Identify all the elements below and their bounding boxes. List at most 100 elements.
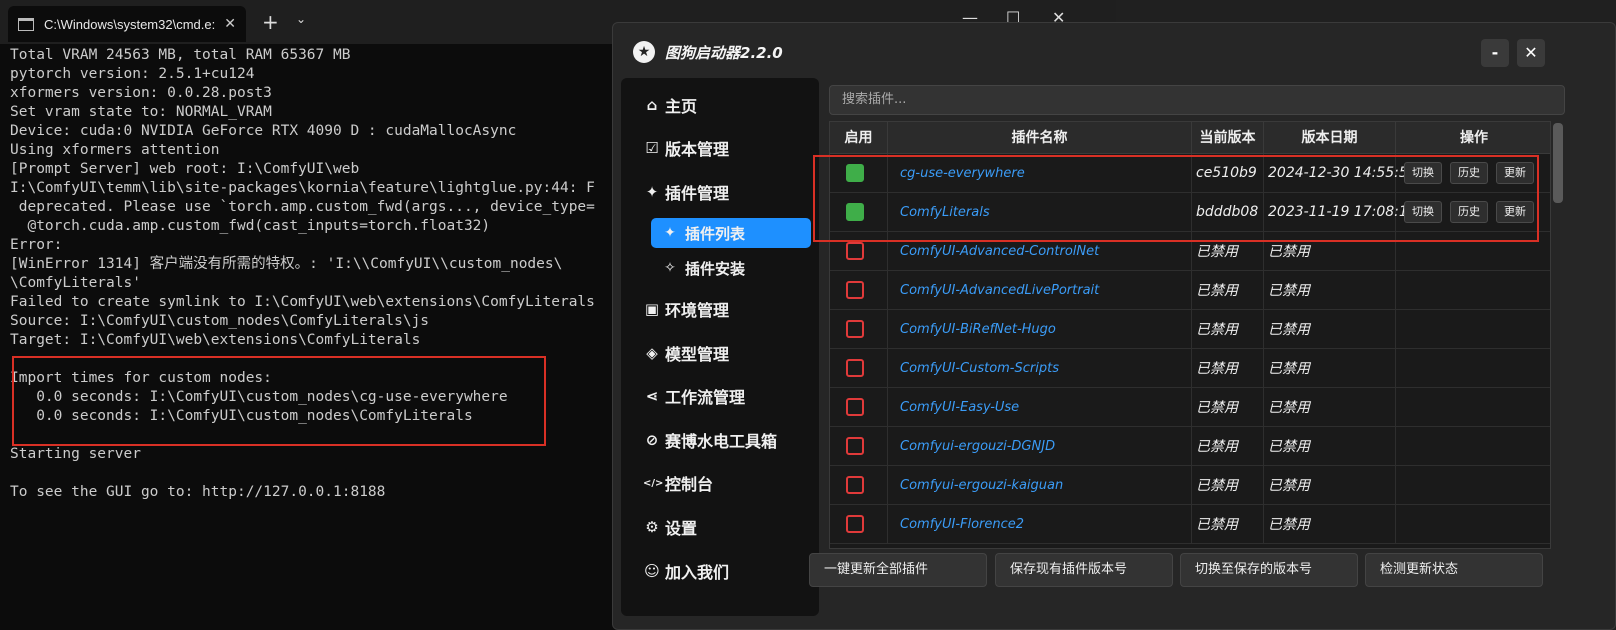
- plugin-name-link[interactable]: ComfyUI-Custom-Scripts: [888, 361, 1059, 376]
- column-header: 当前版本: [1192, 122, 1264, 154]
- app-titlebar: ★ 图狗启动器2.2.0: [633, 41, 783, 63]
- app-minimize-button[interactable]: -: [1481, 39, 1509, 67]
- version-cell: 已禁用: [1192, 271, 1264, 309]
- tab-close-icon[interactable]: ✕: [224, 16, 236, 32]
- date-cell: 已禁用: [1264, 427, 1396, 465]
- terminal-tab[interactable]: C:\Windows\system32\cmd.e: ✕: [8, 6, 246, 42]
- nav-console[interactable]: </> 控制台: [643, 468, 713, 498]
- new-tab-button[interactable]: +: [262, 10, 279, 34]
- table-row: Comfyui-ergouzi-kaiguan 已禁用 已禁用: [830, 466, 1550, 505]
- enable-cell: [830, 427, 888, 465]
- toolbox-icon: ⊘: [645, 431, 659, 449]
- column-header: 启用: [830, 122, 888, 154]
- enable-checkbox[interactable]: [846, 476, 864, 494]
- nav-env[interactable]: ▣ 环境管理: [643, 294, 729, 324]
- enable-checkbox[interactable]: [846, 359, 864, 377]
- plugin-date: 已禁用: [1268, 283, 1310, 299]
- ops-cell: [1396, 349, 1550, 387]
- nav-label: 版本管理: [665, 140, 730, 159]
- plugin-list-icon: ✦: [664, 225, 676, 241]
- version-cell: 已禁用: [1192, 427, 1264, 465]
- ops-cell: [1396, 271, 1550, 309]
- date-cell: 已禁用: [1264, 466, 1396, 504]
- nav-plugin-install[interactable]: ✧ 插件安装: [651, 253, 811, 283]
- nav-join[interactable]: ☺ 加入我们: [643, 556, 729, 586]
- enable-cell: [830, 271, 888, 309]
- nav-plugin[interactable]: ✦ 插件管理: [643, 177, 729, 207]
- column-header: 版本日期: [1264, 122, 1396, 154]
- table-row: Comfyui-ergouzi-DGNJD 已禁用 已禁用: [830, 427, 1550, 466]
- enable-checkbox[interactable]: [846, 437, 864, 455]
- enable-checkbox[interactable]: [846, 398, 864, 416]
- terminal-tab-title: C:\Windows\system32\cmd.e:: [44, 16, 216, 32]
- plugin-icon: ✦: [645, 183, 659, 201]
- plugin-name-link[interactable]: ComfyUI-Florence2: [888, 517, 1024, 532]
- name-cell: ComfyUI-BiRefNet-Hugo: [888, 310, 1192, 348]
- plugin-name-link[interactable]: Comfyui-ergouzi-kaiguan: [888, 478, 1063, 493]
- nav-settings[interactable]: ⚙ 设置: [643, 512, 697, 542]
- plugin-version: 已禁用: [1196, 283, 1238, 299]
- plugin-version: 已禁用: [1196, 439, 1238, 455]
- nav-toolbox[interactable]: ⊘ 赛博水电工具箱: [643, 425, 777, 455]
- plugin-name-link[interactable]: ComfyUI-Advanced-ControlNet: [888, 244, 1099, 259]
- nav-label: 插件安装: [685, 259, 746, 278]
- search-input[interactable]: 搜索插件...: [829, 85, 1565, 115]
- plugin-name-link[interactable]: ComfyUI-AdvancedLivePortrait: [888, 283, 1099, 298]
- version-cell: 已禁用: [1192, 466, 1264, 504]
- plugin-version: 已禁用: [1196, 517, 1238, 533]
- table-row: ComfyUI-BiRefNet-Hugo 已禁用 已禁用: [830, 310, 1550, 349]
- switch-saved-version-button[interactable]: 切换至保存的版本号: [1180, 553, 1358, 587]
- nav-plugin-list[interactable]: ✦ 插件列表: [651, 218, 811, 248]
- plugin-name-link[interactable]: ComfyUI-BiRefNet-Hugo: [888, 322, 1056, 337]
- cmd-icon: [18, 17, 34, 31]
- ops-cell: [1396, 388, 1550, 426]
- plugin-version: 已禁用: [1196, 478, 1238, 494]
- nav-version[interactable]: ☑ 版本管理: [643, 133, 729, 163]
- date-cell: 已禁用: [1264, 349, 1396, 387]
- name-cell: ComfyUI-Easy-Use: [888, 388, 1192, 426]
- model-cube-icon: ◈: [646, 344, 658, 362]
- column-header: 操作: [1460, 130, 1488, 146]
- nav-label: 工作流管理: [665, 388, 746, 407]
- ops-cell: [1396, 505, 1550, 543]
- enable-checkbox[interactable]: [846, 242, 864, 260]
- update-all-button[interactable]: 一键更新全部插件: [809, 553, 987, 587]
- ops-cell: [1396, 466, 1550, 504]
- nav-home[interactable]: ⌂ 主页: [643, 90, 697, 120]
- plugin-date: 已禁用: [1268, 244, 1310, 260]
- app-title: 图狗启动器2.2.0: [665, 43, 783, 62]
- nav-workflow[interactable]: ⋖ 工作流管理: [643, 381, 745, 411]
- enable-checkbox[interactable]: [846, 515, 864, 533]
- plugin-version: 已禁用: [1196, 361, 1238, 377]
- scrollbar-thumb[interactable]: [1553, 123, 1563, 203]
- user-icon: ☺: [644, 562, 660, 580]
- check-updates-button[interactable]: 检测更新状态: [1365, 553, 1543, 587]
- date-cell: 已禁用: [1264, 505, 1396, 543]
- version-cell: 已禁用: [1192, 505, 1264, 543]
- enable-checkbox[interactable]: [846, 320, 864, 338]
- name-cell: ComfyUI-AdvancedLivePortrait: [888, 271, 1192, 309]
- console-icon: </>: [643, 477, 664, 489]
- nav-label: 主页: [665, 97, 698, 116]
- table-row: ComfyUI-Easy-Use 已禁用 已禁用: [830, 388, 1550, 427]
- plugin-date: 已禁用: [1268, 361, 1310, 377]
- plugin-name-link[interactable]: Comfyui-ergouzi-DGNJD: [888, 439, 1055, 454]
- version-cell: 已禁用: [1192, 388, 1264, 426]
- nav-label: 加入我们: [665, 563, 730, 582]
- save-versions-button[interactable]: 保存现有插件版本号: [995, 553, 1173, 587]
- date-cell: 已禁用: [1264, 271, 1396, 309]
- name-cell: Comfyui-ergouzi-kaiguan: [888, 466, 1192, 504]
- workflow-icon: ⋖: [645, 387, 659, 405]
- date-cell: 已禁用: [1264, 388, 1396, 426]
- nav-model[interactable]: ◈ 模型管理: [643, 338, 729, 368]
- enable-cell: [830, 349, 888, 387]
- chevron-down-icon[interactable]: ⌄: [296, 12, 306, 26]
- app-close-button[interactable]: ✕: [1517, 39, 1545, 67]
- name-cell: Comfyui-ergouzi-DGNJD: [888, 427, 1192, 465]
- nav-label: 赛博水电工具箱: [665, 432, 778, 451]
- enable-cell: [830, 310, 888, 348]
- home-icon: ⌂: [646, 96, 658, 114]
- enable-checkbox[interactable]: [846, 281, 864, 299]
- table-scrollbar[interactable]: [1551, 121, 1565, 549]
- plugin-name-link[interactable]: ComfyUI-Easy-Use: [888, 400, 1019, 415]
